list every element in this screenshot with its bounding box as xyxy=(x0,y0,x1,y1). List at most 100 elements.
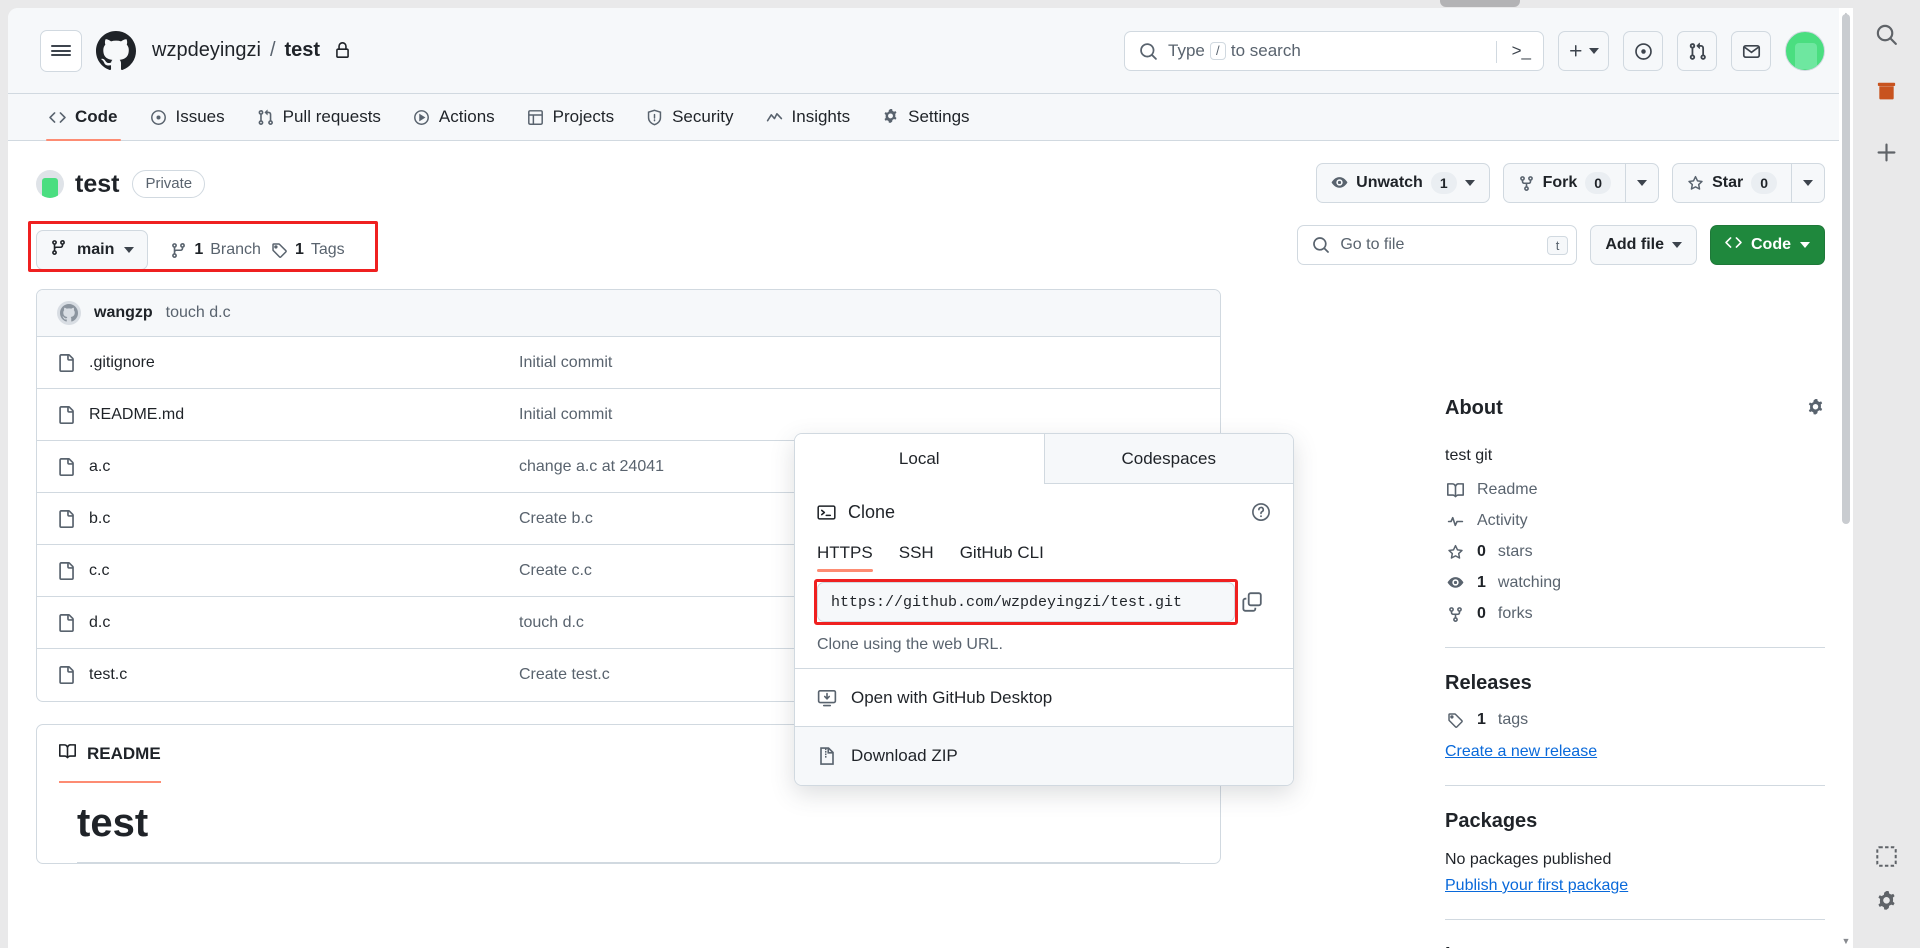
fork-button[interactable]: Fork 0 xyxy=(1502,163,1626,203)
code-button[interactable]: Code xyxy=(1710,225,1825,265)
stars-link[interactable]: 0 stars xyxy=(1445,543,1825,561)
github-logo-icon[interactable] xyxy=(96,30,136,71)
protocol-github-cli[interactable]: GitHub CLI xyxy=(960,543,1044,572)
activity-link[interactable]: Activity xyxy=(1445,512,1825,530)
page-frame: wzpdeyingzi / test Type / to search >_ C… xyxy=(8,8,1853,948)
file-commit-message[interactable]: Initial commit xyxy=(519,354,1050,372)
tag-word: Tags xyxy=(310,241,345,258)
tab-issues[interactable]: Issues xyxy=(137,94,238,140)
breadcrumb-owner[interactable]: wzpdeyingzi xyxy=(152,39,261,62)
add-file-label: Add file xyxy=(1605,236,1664,253)
tab-codespaces[interactable]: Codespaces xyxy=(1044,434,1293,483)
browser-collections-icon[interactable] xyxy=(1867,70,1907,110)
tab-issues-label: Issues xyxy=(175,107,225,126)
branch-count-link[interactable]: 1 Branch xyxy=(170,241,261,259)
file-name[interactable]: a.c xyxy=(89,458,519,476)
file-icon xyxy=(57,666,75,684)
file-name[interactable]: test.c xyxy=(89,666,519,684)
tab-actions[interactable]: Actions xyxy=(400,94,508,140)
tab-local[interactable]: Local xyxy=(795,434,1045,484)
go-to-file-input[interactable]: Go to file t xyxy=(1297,225,1578,265)
forks-label: forks xyxy=(1497,605,1533,622)
gear-icon[interactable] xyxy=(1806,398,1825,418)
create-release-link[interactable]: Create a new release xyxy=(1445,743,1597,761)
file-name[interactable]: c.c xyxy=(89,562,519,580)
tab-security[interactable]: Security xyxy=(633,94,746,140)
protocol-github-cli-label: GitHub CLI xyxy=(959,543,1044,562)
star-button[interactable]: Star 0 xyxy=(1672,163,1791,203)
commit-author-name[interactable]: wangzp xyxy=(94,304,153,322)
tab-code[interactable]: Code xyxy=(36,94,131,141)
watching-link[interactable]: 1 watching xyxy=(1445,574,1825,592)
file-name[interactable]: .gitignore xyxy=(89,354,519,372)
search-input[interactable]: Type / to search >_ xyxy=(1124,31,1544,71)
readme-link[interactable]: Readme xyxy=(1445,481,1825,499)
add-file-button[interactable]: Add file xyxy=(1590,225,1697,265)
protocol-https[interactable]: HTTPS xyxy=(817,543,873,572)
unwatch-label: Unwatch xyxy=(1356,174,1423,191)
browser-split-screen-icon[interactable] xyxy=(1867,836,1907,876)
pulse-icon xyxy=(1445,513,1465,530)
user-avatar[interactable] xyxy=(1785,31,1825,71)
forks-link[interactable]: 0 forks xyxy=(1445,605,1825,623)
tab-insights[interactable]: Insights xyxy=(753,94,864,140)
tab-settings[interactable]: Settings xyxy=(869,94,982,140)
github-header: wzpdeyingzi / test Type / to search >_ xyxy=(8,8,1853,94)
unwatch-button[interactable]: Unwatch 1 xyxy=(1316,163,1490,203)
clone-section: Clone HTTPS SSH GitHub CLI https://githu… xyxy=(795,484,1293,669)
page-title[interactable]: test xyxy=(75,170,119,199)
browser-side-rail xyxy=(1853,0,1920,948)
go-to-file-placeholder: Go to file xyxy=(1340,236,1405,253)
browser-settings-icon[interactable] xyxy=(1867,882,1907,922)
chevron-down-icon[interactable] xyxy=(1464,180,1475,186)
releases-title: Releases xyxy=(1445,672,1532,694)
browser-tab-nub[interactable] xyxy=(1440,0,1520,7)
star-label: Star xyxy=(1712,174,1744,191)
packages-title: Packages xyxy=(1445,810,1538,832)
protocol-ssh-label: SSH xyxy=(898,543,934,562)
commit-message[interactable]: touch d.c xyxy=(166,304,231,322)
protocol-ssh[interactable]: SSH xyxy=(899,543,934,572)
issues-button[interactable] xyxy=(1623,31,1663,71)
clone-url-input[interactable]: https://github.com/wzpdeyingzi/test.git xyxy=(817,582,1235,622)
tab-pull-requests[interactable]: Pull requests xyxy=(244,94,394,140)
readme-tab[interactable]: README xyxy=(59,725,161,783)
browser-add-icon[interactable] xyxy=(1867,132,1907,172)
star-dropdown-button[interactable] xyxy=(1791,163,1825,203)
copy-icon[interactable] xyxy=(1241,591,1263,613)
search-icon xyxy=(1139,42,1158,61)
table-row[interactable]: .gitignore Initial commit xyxy=(37,337,1220,389)
file-commit-message[interactable]: Initial commit xyxy=(519,406,1050,424)
breadcrumb-repo[interactable]: test xyxy=(285,39,321,62)
file-name[interactable]: b.c xyxy=(89,510,519,528)
fork-count: 0 xyxy=(1585,172,1612,194)
tab-projects-label: Projects xyxy=(552,107,615,126)
hamburger-menu-button[interactable] xyxy=(40,29,82,72)
gear-icon xyxy=(882,108,899,126)
branch-selector-button[interactable]: main xyxy=(36,230,149,270)
scroll-down-arrow[interactable]: ▼ xyxy=(1839,934,1853,948)
publish-package-link[interactable]: Publish your first package xyxy=(1445,877,1628,895)
inbox-button[interactable] xyxy=(1731,31,1771,71)
help-icon[interactable] xyxy=(1251,502,1271,522)
create-new-button[interactable] xyxy=(1558,31,1609,71)
releases-tags-link[interactable]: 1 tags xyxy=(1445,711,1825,729)
download-zip-button[interactable]: Download ZIP xyxy=(795,727,1293,785)
desktop-download-icon xyxy=(817,688,837,708)
readme-heading: test xyxy=(77,801,1180,863)
file-name[interactable]: d.c xyxy=(89,614,519,632)
tag-count-link[interactable]: 1 Tags xyxy=(271,241,345,259)
page-scroll-thumb[interactable] xyxy=(1842,14,1850,524)
page-scrollbar[interactable]: ▲ ▼ xyxy=(1839,8,1853,948)
tab-actions-label: Actions xyxy=(438,107,495,126)
watch-count: 1 xyxy=(1430,172,1457,194)
search-icon xyxy=(1312,236,1330,254)
fork-dropdown-button[interactable] xyxy=(1625,163,1660,203)
browser-search-icon[interactable] xyxy=(1867,14,1907,54)
tab-projects[interactable]: Projects xyxy=(514,94,627,140)
file-name[interactable]: README.md xyxy=(89,406,519,424)
branch-count: 1 xyxy=(194,241,204,258)
pull-requests-button[interactable] xyxy=(1677,31,1717,71)
terminal-icon[interactable]: >_ xyxy=(1512,41,1531,61)
open-with-github-desktop-button[interactable]: Open with GitHub Desktop xyxy=(795,669,1293,727)
